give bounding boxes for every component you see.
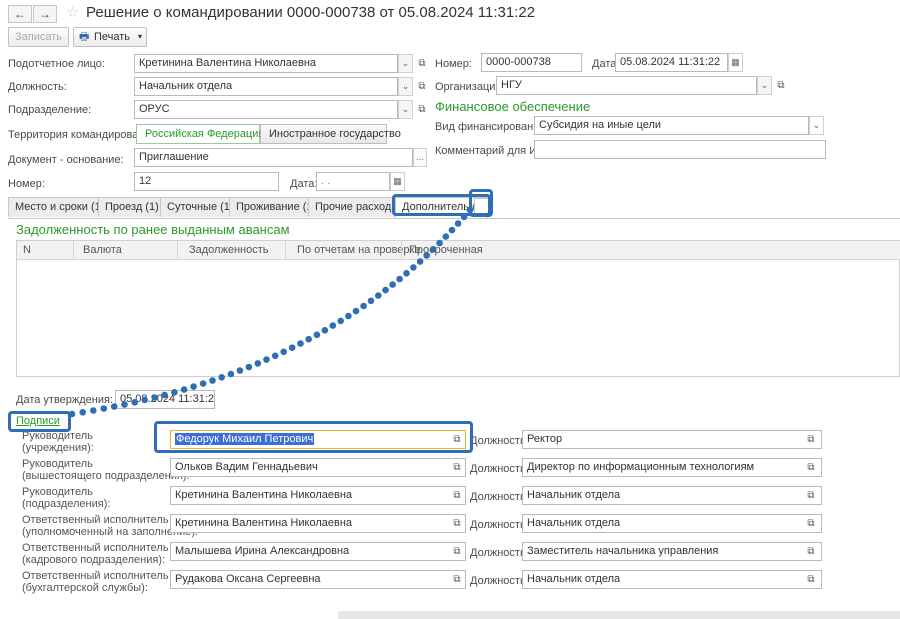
arrow-dot: [367, 297, 375, 305]
horizontal-scrollbar[interactable]: [338, 611, 900, 619]
arrow-dot: [396, 275, 403, 283]
arrow-dot: [297, 340, 304, 347]
dotted-arrow: [68, 206, 474, 418]
arrow-dot: [466, 206, 474, 214]
arrow-dot: [90, 407, 97, 414]
arrow-dot: [79, 409, 86, 416]
arrow-dot: [360, 302, 367, 310]
arrow-dot: [321, 327, 329, 334]
arrow-dot: [460, 213, 468, 221]
arrow-dot: [171, 389, 178, 396]
arrow-dot: [352, 307, 360, 315]
arrow-dot: [436, 239, 443, 247]
arrow-dot: [423, 252, 431, 259]
arrow-dot: [131, 399, 138, 406]
arrow-dot: [329, 322, 337, 329]
arrow-dot: [448, 226, 456, 234]
arrow-dot: [416, 258, 424, 265]
arrow-dot: [218, 374, 225, 381]
arrow-dot: [110, 403, 118, 410]
arrow-dot: [389, 281, 396, 288]
arrow-dot: [209, 377, 216, 384]
arrow-dot: [151, 394, 158, 401]
arrow-dot: [280, 348, 288, 356]
arrow-dot: [263, 356, 270, 363]
arrow-dot: [245, 363, 253, 371]
arrow-dot: [375, 292, 382, 299]
arrow-dot: [305, 335, 313, 343]
arrow-dot: [180, 386, 188, 393]
arrow-dot: [236, 367, 244, 374]
arrow-dot: [254, 360, 262, 367]
arrow-dot: [442, 233, 450, 240]
arrow-dot: [100, 405, 108, 412]
arrow-dot: [141, 396, 148, 404]
arrow-dot: [337, 317, 345, 325]
arrow-dot: [121, 401, 128, 408]
arrow-dot: [345, 312, 352, 320]
arrow-dot: [410, 264, 417, 271]
arrow-dot: [382, 286, 389, 294]
arrow-dot: [403, 270, 410, 277]
arrow-dot: [161, 391, 168, 399]
arrow-dot: [68, 410, 76, 418]
arrow-dot: [190, 383, 197, 390]
arrow-dot: [429, 246, 437, 253]
arrow-dot: [313, 331, 321, 339]
arrow-dot: [227, 370, 235, 378]
arrow-dot: [199, 380, 207, 387]
arrow-dot: [271, 352, 279, 360]
arrow-dot: [454, 220, 462, 227]
arrow-dot: [288, 344, 296, 352]
